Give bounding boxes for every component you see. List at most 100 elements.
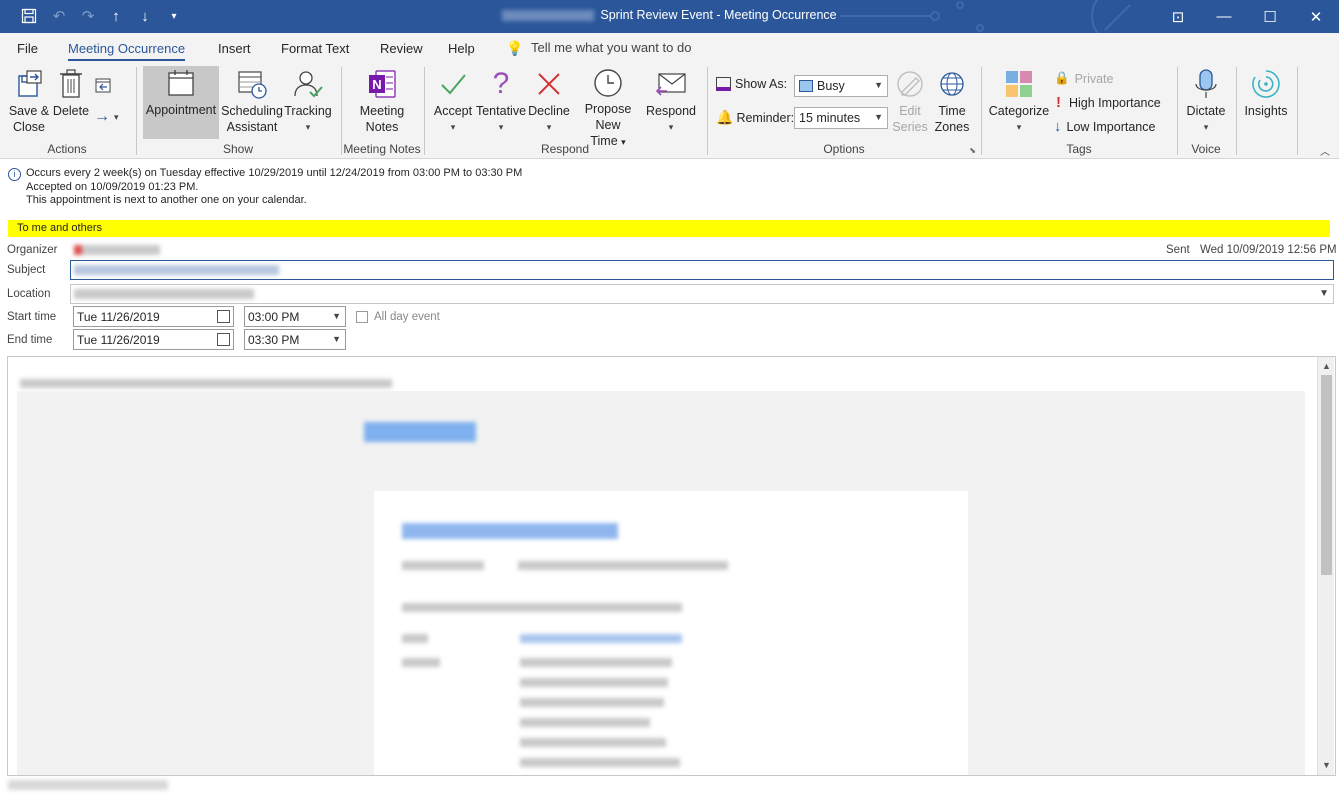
blurred-ip-line (520, 758, 680, 767)
blurred-ip-line (520, 718, 650, 727)
propose-new-time-button[interactable]: Propose New Time ▾ (571, 67, 645, 148)
low-importance-button[interactable]: ↓ Low Importance (1054, 118, 1155, 135)
subject-blurred (74, 265, 279, 275)
show-group-label: Show (222, 142, 254, 156)
save-close-label-1: Save & (8, 104, 50, 118)
meeting-notes-button[interactable]: N Meeting Notes (354, 67, 410, 139)
chevron-down-icon: ▼ (332, 311, 341, 321)
location-field[interactable]: ▼ (70, 284, 1334, 304)
appointment-button[interactable]: Appointment (143, 66, 219, 139)
body-scrollbar[interactable]: ▲ ▼ (1317, 357, 1334, 775)
close-button[interactable]: ✕ (1293, 0, 1339, 33)
tab-help[interactable]: Help (448, 41, 475, 56)
chevron-down-icon[interactable]: ▼ (1319, 288, 1329, 299)
calendar-picker-icon[interactable] (217, 333, 230, 346)
maximize-button[interactable]: ☐ (1247, 0, 1293, 33)
blurred-sip-address (520, 634, 682, 643)
subject-label: Subject (7, 264, 46, 276)
scheduling-assistant-button[interactable]: Scheduling Assistant (219, 67, 285, 139)
tab-format-text[interactable]: Format Text (281, 41, 349, 56)
tracking-button[interactable]: Tracking ▾ (283, 67, 333, 139)
respond-label: Respond (645, 104, 697, 118)
blurred-title-prefix (502, 10, 595, 22)
end-date-field[interactable]: Tue 11/26/2019 (73, 329, 234, 350)
move-icon[interactable]: → ▾ (94, 107, 126, 127)
private-label: Private (1074, 71, 1114, 86)
blurred-h323-label (402, 658, 440, 667)
tab-meeting-occurrence[interactable]: Meeting Occurrence (68, 41, 186, 61)
tags-group-label: Tags (1066, 142, 1092, 156)
dialog-launcher-icon[interactable]: ⬊ (969, 146, 976, 155)
insights-button[interactable]: Insights (1241, 67, 1291, 139)
scroll-up-icon[interactable]: ▲ (1322, 361, 1331, 371)
tentative-button[interactable]: ? Tentative ▾ (475, 67, 527, 139)
scheduling-label-1: Scheduling (221, 104, 283, 118)
propose-label-1: Propose New (584, 102, 632, 132)
scroll-thumb[interactable] (1321, 375, 1332, 575)
meeting-notes-label-2: Notes (365, 120, 399, 134)
message-body[interactable] (7, 356, 1336, 776)
options-group-label: Options (823, 142, 865, 156)
tell-me-search[interactable]: Tell me what you want to do (531, 40, 691, 55)
time-zones-button[interactable]: Time Zones (932, 67, 972, 139)
show-as-dropdown[interactable]: Busy ▼ (794, 75, 888, 97)
clock-icon (591, 67, 625, 99)
calendar-picker-icon[interactable] (217, 310, 230, 323)
location-label: Location (7, 288, 51, 300)
end-time-value: 03:30 PM (248, 333, 300, 347)
high-importance-button[interactable]: ! High Importance (1056, 94, 1161, 111)
question-mark-icon: ? (492, 67, 510, 100)
tab-insert[interactable]: Insert (218, 41, 251, 56)
insights-label: Insights (1244, 104, 1288, 118)
tentative-dropdown-icon: ▾ (498, 122, 504, 132)
busy-color-icon (799, 80, 813, 92)
globe-icon (935, 67, 969, 101)
envelope-reply-icon (654, 67, 688, 101)
reminder-label: 🔔 Reminder: (716, 109, 794, 126)
accept-dropdown-icon: ▾ (450, 122, 456, 132)
blurred-meeting-id-label (402, 561, 484, 570)
appointment-label: Appointment (145, 103, 217, 117)
categorize-button[interactable]: Categorize ▾ (988, 67, 1050, 139)
window-title-text: Sprint Review Event - Meeting Occurrence (600, 8, 837, 22)
subject-field[interactable] (70, 260, 1334, 280)
meeting-notes-group-label: Meeting Notes (343, 142, 421, 156)
ribbon-display-options-icon[interactable]: ⊡ (1155, 0, 1201, 33)
tracking-dropdown-icon: ▾ (305, 122, 311, 132)
actions-group-label: Actions (47, 142, 87, 156)
down-arrow-icon: ↓ (1054, 118, 1062, 135)
end-time-dropdown[interactable]: 03:30 PM ▼ (244, 329, 346, 350)
tab-review[interactable]: Review (380, 41, 423, 56)
dictate-button[interactable]: Dictate ▾ (1182, 67, 1230, 139)
collapse-ribbon-icon[interactable]: ︿ (1320, 143, 1330, 158)
respond-group: Accept ▾ ? Tentative ▾ Decline ▾ Propose… (425, 63, 705, 159)
edit-series-button[interactable]: Edit Series (892, 67, 928, 139)
edit-series-icon (893, 67, 927, 101)
private-button[interactable]: 🔒 Private (1054, 71, 1113, 86)
save-close-button[interactable]: Save & Close (6, 67, 52, 139)
decline-button[interactable]: Decline ▾ (527, 67, 571, 139)
decline-label: Decline (528, 104, 570, 118)
all-day-label: All day event (374, 311, 440, 323)
all-day-checkbox[interactable]: All day event (356, 311, 440, 323)
ribbon: Save & Close Delete → ▾ Actions Appointme… (0, 63, 1339, 159)
info-bar: i Occurs every 2 week(s) on Tuesday effe… (8, 167, 608, 208)
save-close-icon (12, 67, 46, 101)
insights-group: Insights (1237, 63, 1295, 159)
voice-group-label: Voice (1191, 142, 1221, 156)
calendar-icon (164, 66, 198, 100)
respond-button[interactable]: Respond ▾ (645, 67, 697, 139)
tab-file[interactable]: File (17, 41, 38, 56)
low-importance-label: Low Importance (1066, 119, 1156, 134)
accept-button[interactable]: Accept ▾ (431, 67, 475, 139)
copy-to-calendar-icon[interactable] (94, 75, 114, 95)
end-time-label: End time (7, 334, 53, 346)
delete-button[interactable]: Delete (52, 67, 90, 139)
scroll-down-icon[interactable]: ▼ (1322, 760, 1331, 770)
microphone-icon (1189, 67, 1223, 101)
chevron-down-icon: ▼ (874, 80, 883, 90)
start-date-field[interactable]: Tue 11/26/2019 (73, 306, 234, 327)
minimize-button[interactable]: — (1201, 0, 1247, 33)
start-time-dropdown[interactable]: 03:00 PM ▼ (244, 306, 346, 327)
reminder-dropdown[interactable]: 15 minutes ▼ (794, 107, 888, 129)
